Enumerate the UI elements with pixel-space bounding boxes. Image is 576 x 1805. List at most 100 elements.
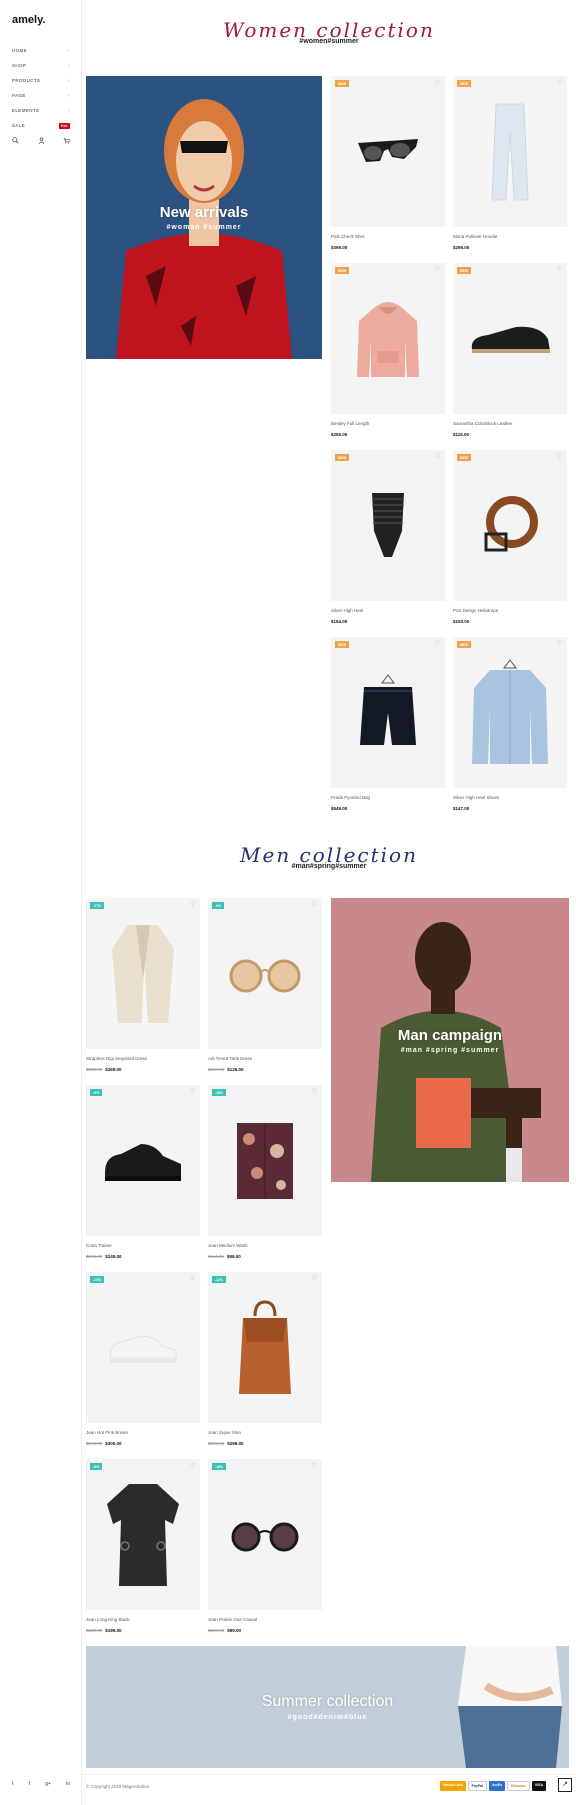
product-name[interactable]: Samantha Colorblock Leather <box>453 421 567 426</box>
nav-label: HOME <box>12 48 28 53</box>
product-card[interactable]: NEW ♡ Silver High Heel $154.00 <box>331 450 445 624</box>
product-name[interactable]: Cona Trainer <box>86 1243 200 1248</box>
product-image[interactable]: -20% ♡ <box>86 1272 200 1423</box>
sidebar-item-home[interactable]: HOME › <box>12 43 70 58</box>
product-image[interactable]: NEW ♡ <box>331 76 445 227</box>
product-name[interactable]: Strapless Digi Sequined Dress <box>86 1056 200 1061</box>
wishlist-icon[interactable]: ♡ <box>190 1462 195 1469</box>
product-price: $369.00 <box>331 245 348 250</box>
product-name[interactable]: Jean Hot Pink Brown <box>86 1430 200 1435</box>
product-name[interactable]: Silver High Heel Shoes <box>453 795 567 800</box>
product-image[interactable]: NEW ♡ <box>331 637 445 788</box>
site-logo[interactable]: amely. <box>12 14 45 26</box>
facebook-icon[interactable]: f <box>29 1781 30 1787</box>
wishlist-icon[interactable]: ♡ <box>190 901 195 908</box>
product-name[interactable]: Bestley Full Length <box>331 421 445 426</box>
chevron-right-icon: › <box>67 77 70 84</box>
product-card[interactable]: -11% ♡ Jean Super Man $360.00 $299.00 <box>208 1272 322 1446</box>
product-image[interactable]: NEW ♡ <box>453 76 567 227</box>
wishlist-icon[interactable]: ♡ <box>312 1462 317 1469</box>
product-name[interactable]: Pink Check Shirt <box>331 234 445 239</box>
product-image[interactable]: NEW ♡ <box>331 450 445 601</box>
banner-tags: #man #spring #summer <box>400 1046 500 1054</box>
product-name[interactable]: Jean Long King Black <box>86 1617 200 1622</box>
product-card[interactable]: NEW ♡ Port Design Heliotrope $153.00 <box>453 450 567 624</box>
product-name[interactable]: Jean Medium Wash <box>208 1243 322 1248</box>
product-image[interactable]: -9% ♡ <box>86 1459 200 1610</box>
product-card[interactable]: NEW ♡ Bestley Full Length $255.00 <box>331 263 445 437</box>
sidebar-item-page[interactable]: PAGE › <box>12 88 70 103</box>
product-card[interactable]: -18% ♡ Jean Medium Wash $114.00 $99.00 <box>208 1085 322 1259</box>
product-image[interactable]: -18% ♡ <box>208 1085 322 1236</box>
product-card[interactable]: -27% ♡ Strapless Digi Sequined Dress $30… <box>86 898 200 1072</box>
product-image[interactable]: -18% ♡ <box>208 1459 322 1610</box>
product-image[interactable]: -11% ♡ <box>208 1272 322 1423</box>
twitter-icon[interactable]: t <box>12 1781 13 1787</box>
wishlist-icon[interactable]: ♡ <box>312 901 317 908</box>
man-campaign-banner[interactable]: Man campaign #man #spring #summer <box>331 898 569 1182</box>
wishlist-icon[interactable]: ♡ <box>312 1275 317 1282</box>
sale-price: $199.00 <box>105 1628 122 1633</box>
product-card[interactable]: -9% ♡ Cona Trainer $270.00 $245.00 <box>86 1085 200 1259</box>
wishlist-icon[interactable]: ♡ <box>557 640 562 647</box>
product-card[interactable]: -9% ♡ Adi Tiered Tank Dress $157.00 $129.… <box>208 898 322 1072</box>
sidebar-item-elements[interactable]: ELEMENTS › <box>12 103 70 118</box>
cart-icon[interactable] <box>63 137 70 146</box>
product-image[interactable]: NEW ♡ <box>453 263 567 414</box>
new-badge: NEW <box>335 641 350 648</box>
user-icon[interactable] <box>38 137 45 146</box>
summer-collection-banner[interactable]: Summer collection #good#denim#blue <box>86 1646 569 1768</box>
product-image[interactable]: -27% ♡ <box>86 898 200 1049</box>
discount-badge: -20% <box>90 1276 105 1283</box>
product-price: $147.00 <box>453 806 470 811</box>
product-image[interactable]: NEW ♡ <box>453 637 567 788</box>
product-card[interactable]: NEW ♡ Samantha Colorblock Leather $115.0… <box>453 263 567 437</box>
back-to-top-button[interactable]: ↗ <box>558 1778 572 1792</box>
cardigan-image <box>112 924 174 1023</box>
search-icon[interactable] <box>12 137 19 146</box>
product-image[interactable]: -9% ♡ <box>208 898 322 1049</box>
product-card[interactable]: NEW ♡ Prada Pyramid Bag $549.00 <box>331 637 445 811</box>
product-image[interactable]: NEW ♡ <box>453 450 567 601</box>
wishlist-icon[interactable]: ♡ <box>435 79 440 86</box>
product-name[interactable]: Jean Prairie One Casual <box>208 1617 322 1622</box>
sale-price: $245.00 <box>105 1254 122 1259</box>
product-name[interactable]: Adi Tiered Tank Dress <box>208 1056 322 1061</box>
wishlist-icon[interactable]: ♡ <box>557 79 562 86</box>
linkedin-icon[interactable]: in <box>66 1781 70 1787</box>
old-price: $114.00 <box>208 1254 224 1259</box>
product-name[interactable]: Prada Pyramid Bag <box>331 795 445 800</box>
new-arrivals-banner[interactable]: New arrivals #woman #summer <box>86 76 322 359</box>
wishlist-icon[interactable]: ♡ <box>435 453 440 460</box>
wishlist-icon[interactable]: ♡ <box>435 640 440 647</box>
product-card[interactable]: NEW ♡ Pink Check Shirt $369.00 <box>331 76 445 250</box>
discount-badge: -9% <box>90 1089 103 1096</box>
product-card[interactable]: -9% ♡ Jean Long King Black $220.00 $199.0… <box>86 1459 200 1633</box>
wishlist-icon[interactable]: ♡ <box>557 453 562 460</box>
product-price: $154.00 <box>331 619 348 624</box>
product-card[interactable]: -18% ♡ Jean Prairie One Casual $109.00 $9… <box>208 1459 322 1633</box>
sidebar-item-sale[interactable]: SALE Hot <box>12 118 70 133</box>
product-card[interactable]: NEW ♡ Silver High Heel Shoes $147.00 <box>453 637 567 811</box>
wishlist-icon[interactable]: ♡ <box>435 266 440 273</box>
google-plus-icon[interactable]: g+ <box>45 1781 51 1787</box>
product-image[interactable]: NEW ♡ <box>331 263 445 414</box>
product-name[interactable]: Silver High Heel <box>331 608 445 613</box>
women-section-header: Women collection #women#summer <box>82 18 576 45</box>
wishlist-icon[interactable]: ♡ <box>190 1275 195 1282</box>
sidebar-item-products[interactable]: PRODUCTS › <box>12 73 70 88</box>
product-image[interactable]: -9% ♡ <box>86 1085 200 1236</box>
wishlist-icon[interactable]: ♡ <box>190 1088 195 1095</box>
product-name[interactable]: Jean Super Man <box>208 1430 322 1435</box>
product-name[interactable]: Mona Pullover Hoodie <box>453 234 567 239</box>
product-name[interactable]: Port Design Heliotrope <box>453 608 567 613</box>
discount-badge: -9% <box>212 902 225 909</box>
product-price: $255.00 <box>453 245 470 250</box>
sidebar-item-shop[interactable]: SHOP › <box>12 58 70 73</box>
wishlist-icon[interactable]: ♡ <box>312 1088 317 1095</box>
banner-title: Man campaign <box>397 1026 503 1044</box>
discount-badge: -18% <box>212 1463 227 1470</box>
product-card[interactable]: -20% ♡ Jean Hot Pink Brown $370.00 $300.0… <box>86 1272 200 1446</box>
wishlist-icon[interactable]: ♡ <box>557 266 562 273</box>
product-card[interactable]: NEW ♡ Mona Pullover Hoodie $255.00 <box>453 76 567 250</box>
